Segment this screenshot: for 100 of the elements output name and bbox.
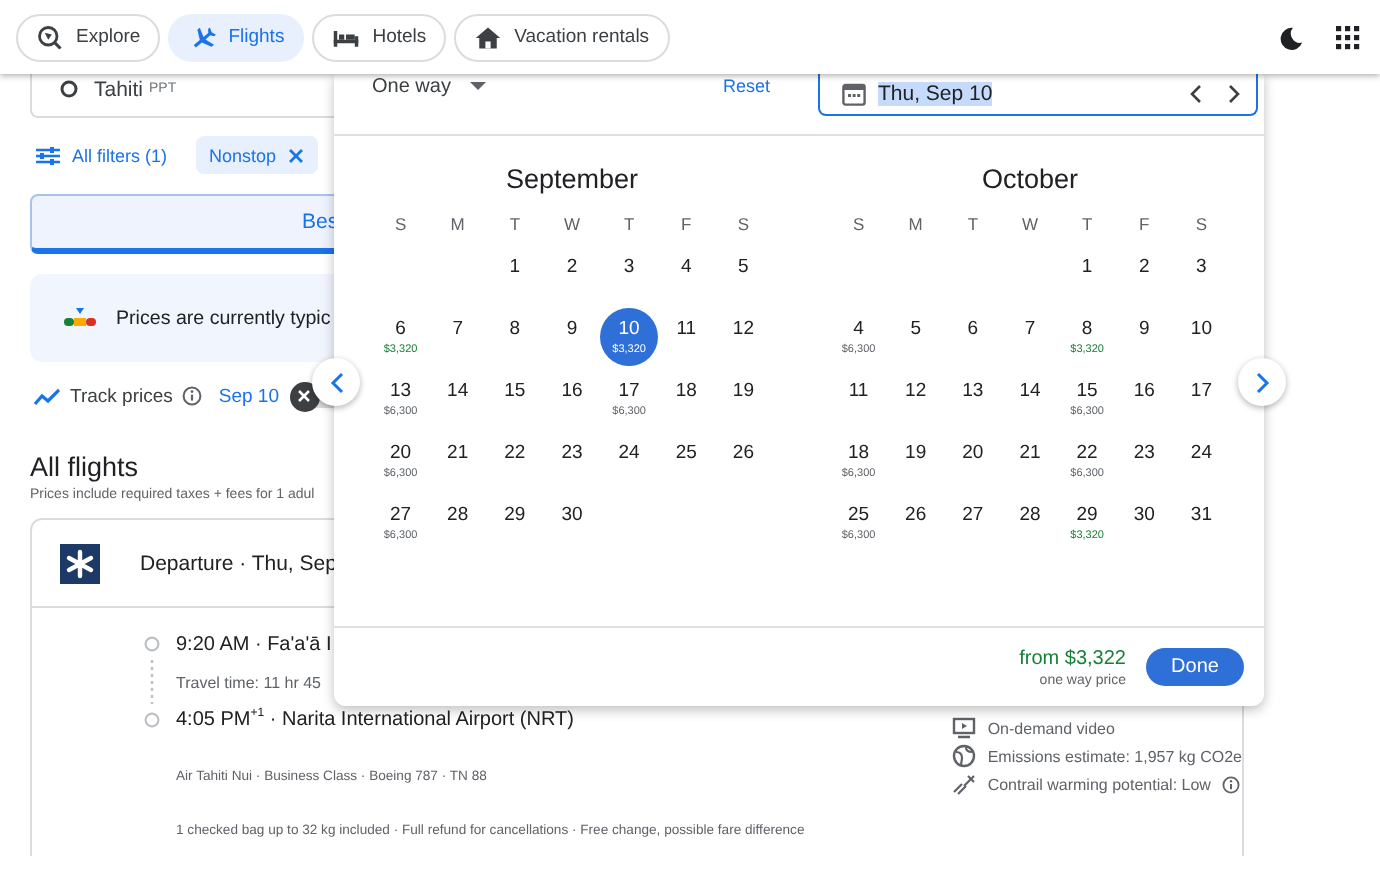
- day-number: 15: [1076, 380, 1098, 404]
- date-field[interactable]: Thu, Sep 10: [817, 74, 1258, 116]
- reset-button[interactable]: Reset: [722, 74, 770, 98]
- calendar-day[interactable]: 10: [1175, 314, 1228, 366]
- day-number: 31: [1190, 504, 1212, 528]
- calendar-day[interactable]: 5: [717, 252, 770, 304]
- day-number: 2: [1138, 256, 1150, 280]
- calendar-day[interactable]: 31: [1175, 500, 1228, 552]
- nav-tab[interactable]: Flights: [168, 13, 305, 61]
- info-icon: [1222, 775, 1241, 793]
- calendar-day[interactable]: 9: [545, 314, 598, 366]
- calendar-day[interactable]: 16: [1118, 376, 1171, 428]
- day-number: 23: [561, 442, 583, 466]
- calendar-day[interactable]: 6: [946, 314, 999, 366]
- day-number: 18: [675, 380, 697, 404]
- day-number: 12: [732, 318, 754, 342]
- chevron-right-icon[interactable]: [1227, 84, 1240, 104]
- day-number: 18: [847, 442, 870, 466]
- contrail-icon: [951, 772, 976, 796]
- calendar-day[interactable]: 28: [431, 500, 484, 552]
- calendar-day[interactable]: 26: [889, 500, 942, 552]
- calendar-day[interactable]: 12: [717, 314, 770, 366]
- calendar-day[interactable]: 1: [1061, 252, 1114, 304]
- weekday-label: M: [448, 212, 467, 238]
- month-title: September: [503, 164, 641, 196]
- price-insight-text: Prices are currently typic: [116, 307, 331, 329]
- weekday-label: T: [507, 212, 523, 238]
- calendar-day[interactable]: 4: [660, 252, 713, 304]
- day-number: 7: [452, 318, 463, 342]
- calendar-day[interactable]: 20: [946, 438, 999, 490]
- calendar-day[interactable]: 19: [889, 438, 942, 490]
- calendar-day[interactable]: 2: [545, 252, 598, 304]
- day-number: 26: [905, 504, 927, 528]
- next-button[interactable]: [1238, 358, 1286, 406]
- day-number: 4: [853, 318, 864, 342]
- day-number: 2: [566, 256, 578, 280]
- calendar-day[interactable]: 11: [660, 314, 713, 366]
- calendar-day[interactable]: 2: [1118, 252, 1171, 304]
- calendar-day[interactable]: 7: [431, 314, 484, 366]
- timeline-dot-icon: [144, 636, 160, 652]
- nav-tab[interactable]: Vacation rentals: [454, 13, 670, 61]
- chevron-left-icon: [329, 371, 343, 393]
- chevron-left-icon[interactable]: [1189, 84, 1202, 104]
- calendar-day[interactable]: 14: [431, 376, 484, 428]
- calendar-day[interactable]: 12: [889, 376, 942, 428]
- day-number: 24: [618, 442, 640, 466]
- day-number: 27: [389, 504, 412, 528]
- calendar-day[interactable]: 3: [603, 252, 656, 304]
- day-number: 4: [680, 256, 692, 280]
- day-number: 26: [732, 442, 754, 466]
- nav-tab[interactable]: Explore: [16, 13, 161, 61]
- day-number: 19: [905, 442, 927, 466]
- calendar-day[interactable]: 1: [488, 252, 541, 304]
- calendar-day[interactable]: 30: [545, 500, 598, 552]
- circle-icon: [60, 80, 78, 98]
- track-prices-label: Track prices: [70, 385, 173, 407]
- day-number: 11: [676, 318, 697, 342]
- calendar-day[interactable]: 17: [1175, 376, 1228, 428]
- calendar-day[interactable]: 25: [660, 438, 713, 490]
- weekday-label: W: [1019, 212, 1040, 238]
- day-number: 16: [561, 380, 583, 404]
- calendar-day[interactable]: 26: [717, 438, 770, 490]
- calendar-day[interactable]: 15: [488, 376, 541, 428]
- calendar-day[interactable]: 11: [832, 376, 885, 428]
- day-number: 25: [847, 504, 870, 528]
- nav-tab[interactable]: Hotels: [312, 13, 447, 61]
- trip-type-dropdown[interactable]: One way: [372, 74, 487, 98]
- calendar-day[interactable]: 19: [717, 376, 770, 428]
- weekday-label: W: [561, 212, 582, 238]
- calendar-day[interactable]: 21: [1003, 438, 1056, 490]
- calendar-day[interactable]: 16: [545, 376, 598, 428]
- day-number: 13: [962, 380, 984, 404]
- calendar-day[interactable]: 7: [1003, 314, 1056, 366]
- calendar-day[interactable]: 13: [946, 376, 999, 428]
- calendar-day[interactable]: 8: [488, 314, 541, 366]
- calendar-day[interactable]: 5: [889, 314, 942, 366]
- day-number: 15: [504, 380, 526, 404]
- travel-time: Travel time: 11 hr 45: [176, 673, 321, 691]
- calendar-day[interactable]: 29: [488, 500, 541, 552]
- day-number: 9: [1138, 318, 1150, 342]
- all-filters-button[interactable]: All filters (1): [30, 145, 168, 165]
- calendar-day[interactable]: 23: [1118, 438, 1171, 490]
- calendar-day[interactable]: 9: [1118, 314, 1171, 366]
- calendar-day[interactable]: 22: [488, 438, 541, 490]
- calendar-day[interactable]: 30: [1118, 500, 1171, 552]
- apps-grid-icon[interactable]: [1336, 25, 1360, 49]
- day-number: 6: [395, 318, 406, 342]
- calendar-day[interactable]: 27: [946, 500, 999, 552]
- airline-logo: [60, 543, 100, 583]
- calendar-day[interactable]: 24: [603, 438, 656, 490]
- calendar-day[interactable]: 14: [1003, 376, 1056, 428]
- calendar-day[interactable]: 28: [1003, 500, 1056, 552]
- calendar-day[interactable]: 21: [431, 438, 484, 490]
- calendar-day[interactable]: 24: [1175, 438, 1228, 490]
- done-button[interactable]: Done: [1146, 648, 1244, 686]
- moon-icon[interactable]: [1280, 25, 1304, 49]
- filter-chip[interactable]: Nonstop: [195, 136, 319, 174]
- calendar-day[interactable]: 23: [545, 438, 598, 490]
- calendar-day[interactable]: 3: [1175, 252, 1228, 304]
- calendar-day[interactable]: 18: [660, 376, 713, 428]
